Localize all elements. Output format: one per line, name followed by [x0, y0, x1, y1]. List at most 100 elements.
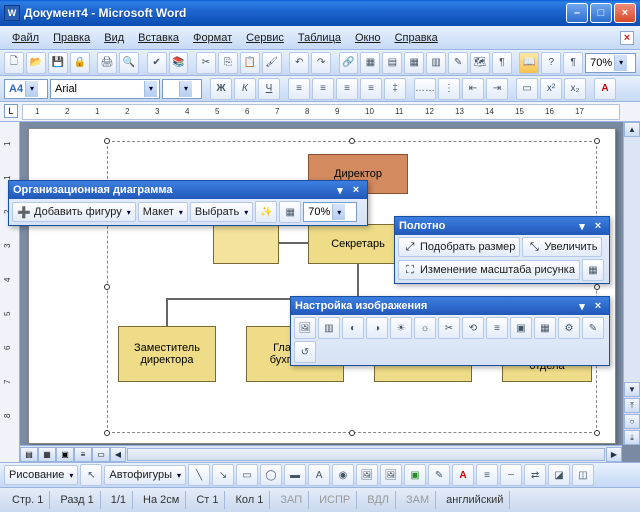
- transparent-icon[interactable]: ✎: [582, 317, 604, 339]
- status-ovr[interactable]: ЗАМ: [400, 491, 436, 509]
- browse-object-icon[interactable]: ○: [624, 414, 640, 429]
- hyperlink-icon[interactable]: 🔗: [339, 52, 359, 74]
- canvas-toolbar[interactable]: Полотно ▾ × ⤢Подобрать размер ⤡Увеличить…: [394, 216, 610, 284]
- new-doc-icon[interactable]: 🗋: [4, 52, 24, 74]
- save-icon[interactable]: 💾: [48, 52, 68, 74]
- numbered-list-icon[interactable]: ……: [414, 78, 436, 100]
- font-color-icon[interactable]: A: [594, 78, 616, 100]
- align-left-icon[interactable]: ≡: [288, 78, 310, 100]
- clipart-icon[interactable]: 🖼: [356, 464, 378, 486]
- oval-icon[interactable]: ◯: [260, 464, 282, 486]
- close-button[interactable]: ×: [614, 3, 636, 23]
- paste-icon[interactable]: 📋: [240, 52, 260, 74]
- doc-close-button[interactable]: ×: [620, 31, 634, 45]
- dashstyle-icon[interactable]: ┄: [500, 464, 522, 486]
- textbox-icon[interactable]: ▬: [284, 464, 306, 486]
- menu-insert[interactable]: Вставка: [132, 30, 185, 46]
- menu-window[interactable]: Окно: [349, 30, 387, 46]
- autoshapes-menu[interactable]: Автофигуры: [104, 465, 186, 485]
- menu-help[interactable]: Справка: [389, 30, 444, 46]
- canvas-wrap-icon[interactable]: ▦: [582, 259, 604, 281]
- drawing-menu[interactable]: Рисование: [4, 465, 78, 485]
- menu-view[interactable]: Вид: [98, 30, 130, 46]
- picture-icon[interactable]: 🖼: [380, 464, 402, 486]
- tables-borders-icon[interactable]: ▦: [360, 52, 380, 74]
- reset-picture-icon[interactable]: ↺: [294, 341, 316, 363]
- toolbar-options-icon[interactable]: ▾: [333, 184, 347, 197]
- toolbar-options-icon[interactable]: ▾: [575, 300, 589, 313]
- fontcolor-icon[interactable]: A: [452, 464, 474, 486]
- less-bright-icon[interactable]: ☼: [414, 317, 436, 339]
- insert-table-icon[interactable]: ▤: [382, 52, 402, 74]
- chevron-down-icon[interactable]: [25, 81, 38, 97]
- 3d-icon[interactable]: ◫: [572, 464, 594, 486]
- increase-indent-icon[interactable]: ⇥: [486, 78, 508, 100]
- paragraph-marks-icon[interactable]: ¶: [563, 52, 583, 74]
- toolbar-options-icon[interactable]: ▾: [575, 220, 589, 233]
- open-icon[interactable]: 📂: [26, 52, 46, 74]
- line-style-icon[interactable]: ≡: [486, 317, 508, 339]
- undo-icon[interactable]: ↶: [289, 52, 309, 74]
- diagram-icon[interactable]: ◉: [332, 464, 354, 486]
- rotate-left-icon[interactable]: ⟲: [462, 317, 484, 339]
- chevron-down-icon[interactable]: [179, 81, 192, 97]
- status-rec[interactable]: ЗАП: [274, 491, 309, 509]
- italic-button[interactable]: К: [234, 78, 256, 100]
- status-ext[interactable]: ВДЛ: [361, 491, 396, 509]
- linecolor-icon[interactable]: ✎: [428, 464, 450, 486]
- shadow-icon[interactable]: ◪: [548, 464, 570, 486]
- select-objects-icon[interactable]: ↖: [80, 464, 102, 486]
- chevron-down-icon[interactable]: [614, 55, 627, 71]
- print-preview-icon[interactable]: 🔍: [119, 52, 139, 74]
- print-view-icon[interactable]: ▣: [56, 447, 74, 462]
- prev-page-icon[interactable]: ⤒: [624, 398, 640, 413]
- line-spacing-icon[interactable]: ‡: [384, 78, 406, 100]
- org-diagram-toolbar[interactable]: Организационная диаграмма ▾ × ➕Добавить …: [8, 180, 368, 226]
- org-node-aux[interactable]: [213, 224, 279, 264]
- subscript-icon[interactable]: x₂: [564, 78, 586, 100]
- arrowstyle-icon[interactable]: ⇄: [524, 464, 546, 486]
- more-contrast-icon[interactable]: ◐: [342, 317, 364, 339]
- enlarge-button[interactable]: ⤡Увеличить: [522, 237, 602, 257]
- horizontal-scrollbar[interactable]: ▤ ▦ ▣ ≡ ▭ ◀ ▶: [20, 445, 622, 462]
- scroll-right-icon[interactable]: ▶: [606, 447, 622, 462]
- style-combo[interactable]: A4: [4, 79, 48, 99]
- horizontal-ruler[interactable]: L 121234567891011121314151617: [0, 102, 640, 122]
- arrow-icon[interactable]: ↘: [212, 464, 234, 486]
- status-lang[interactable]: английский: [440, 491, 510, 509]
- fillcolor-icon[interactable]: ▣: [404, 464, 426, 486]
- align-center-icon[interactable]: ≡: [312, 78, 334, 100]
- fit-button[interactable]: ⤢Подобрать размер: [398, 237, 520, 257]
- text-wrap2-icon[interactable]: ▦: [534, 317, 556, 339]
- menu-edit[interactable]: Правка: [47, 30, 96, 46]
- spellcheck-icon[interactable]: ✔: [147, 52, 167, 74]
- format-object-icon[interactable]: ⚙: [558, 317, 580, 339]
- bulleted-list-icon[interactable]: ⋮: [438, 78, 460, 100]
- vertical-scrollbar[interactable]: ▲ ▼ ⤒ ○ ⤓: [623, 122, 640, 445]
- zoom-combo[interactable]: 70%: [585, 53, 636, 73]
- outline-view-icon[interactable]: ≡: [74, 447, 92, 462]
- font-combo[interactable]: Arial: [50, 79, 160, 99]
- web-view-icon[interactable]: ▦: [38, 447, 56, 462]
- scale-button[interactable]: ⛶Изменение масштаба рисунка: [398, 260, 580, 280]
- toolbar-close-icon[interactable]: ×: [591, 300, 605, 313]
- text-wrap-icon[interactable]: ▦: [279, 201, 301, 223]
- borders-icon[interactable]: ▭: [516, 78, 538, 100]
- linestyle-icon[interactable]: ≡: [476, 464, 498, 486]
- align-right-icon[interactable]: ≡: [336, 78, 358, 100]
- menu-format[interactable]: Формат: [187, 30, 238, 46]
- line-icon[interactable]: ╲: [188, 464, 210, 486]
- research-icon[interactable]: 📚: [169, 52, 189, 74]
- layout-button[interactable]: Макет: [138, 202, 188, 222]
- drawing-icon[interactable]: ✎: [448, 52, 468, 74]
- autoformat-icon[interactable]: ✨: [255, 201, 277, 223]
- tab-selector[interactable]: L: [4, 104, 18, 118]
- underline-button[interactable]: Ч: [258, 78, 280, 100]
- print-icon[interactable]: 🖨: [97, 52, 117, 74]
- select-button[interactable]: Выбрать: [190, 202, 253, 222]
- org-node-secretary[interactable]: Секретарь: [308, 224, 408, 264]
- wordart-icon[interactable]: A: [308, 464, 330, 486]
- permission-icon[interactable]: 🔒: [70, 52, 90, 74]
- redo-icon[interactable]: ↷: [311, 52, 331, 74]
- superscript-icon[interactable]: x²: [540, 78, 562, 100]
